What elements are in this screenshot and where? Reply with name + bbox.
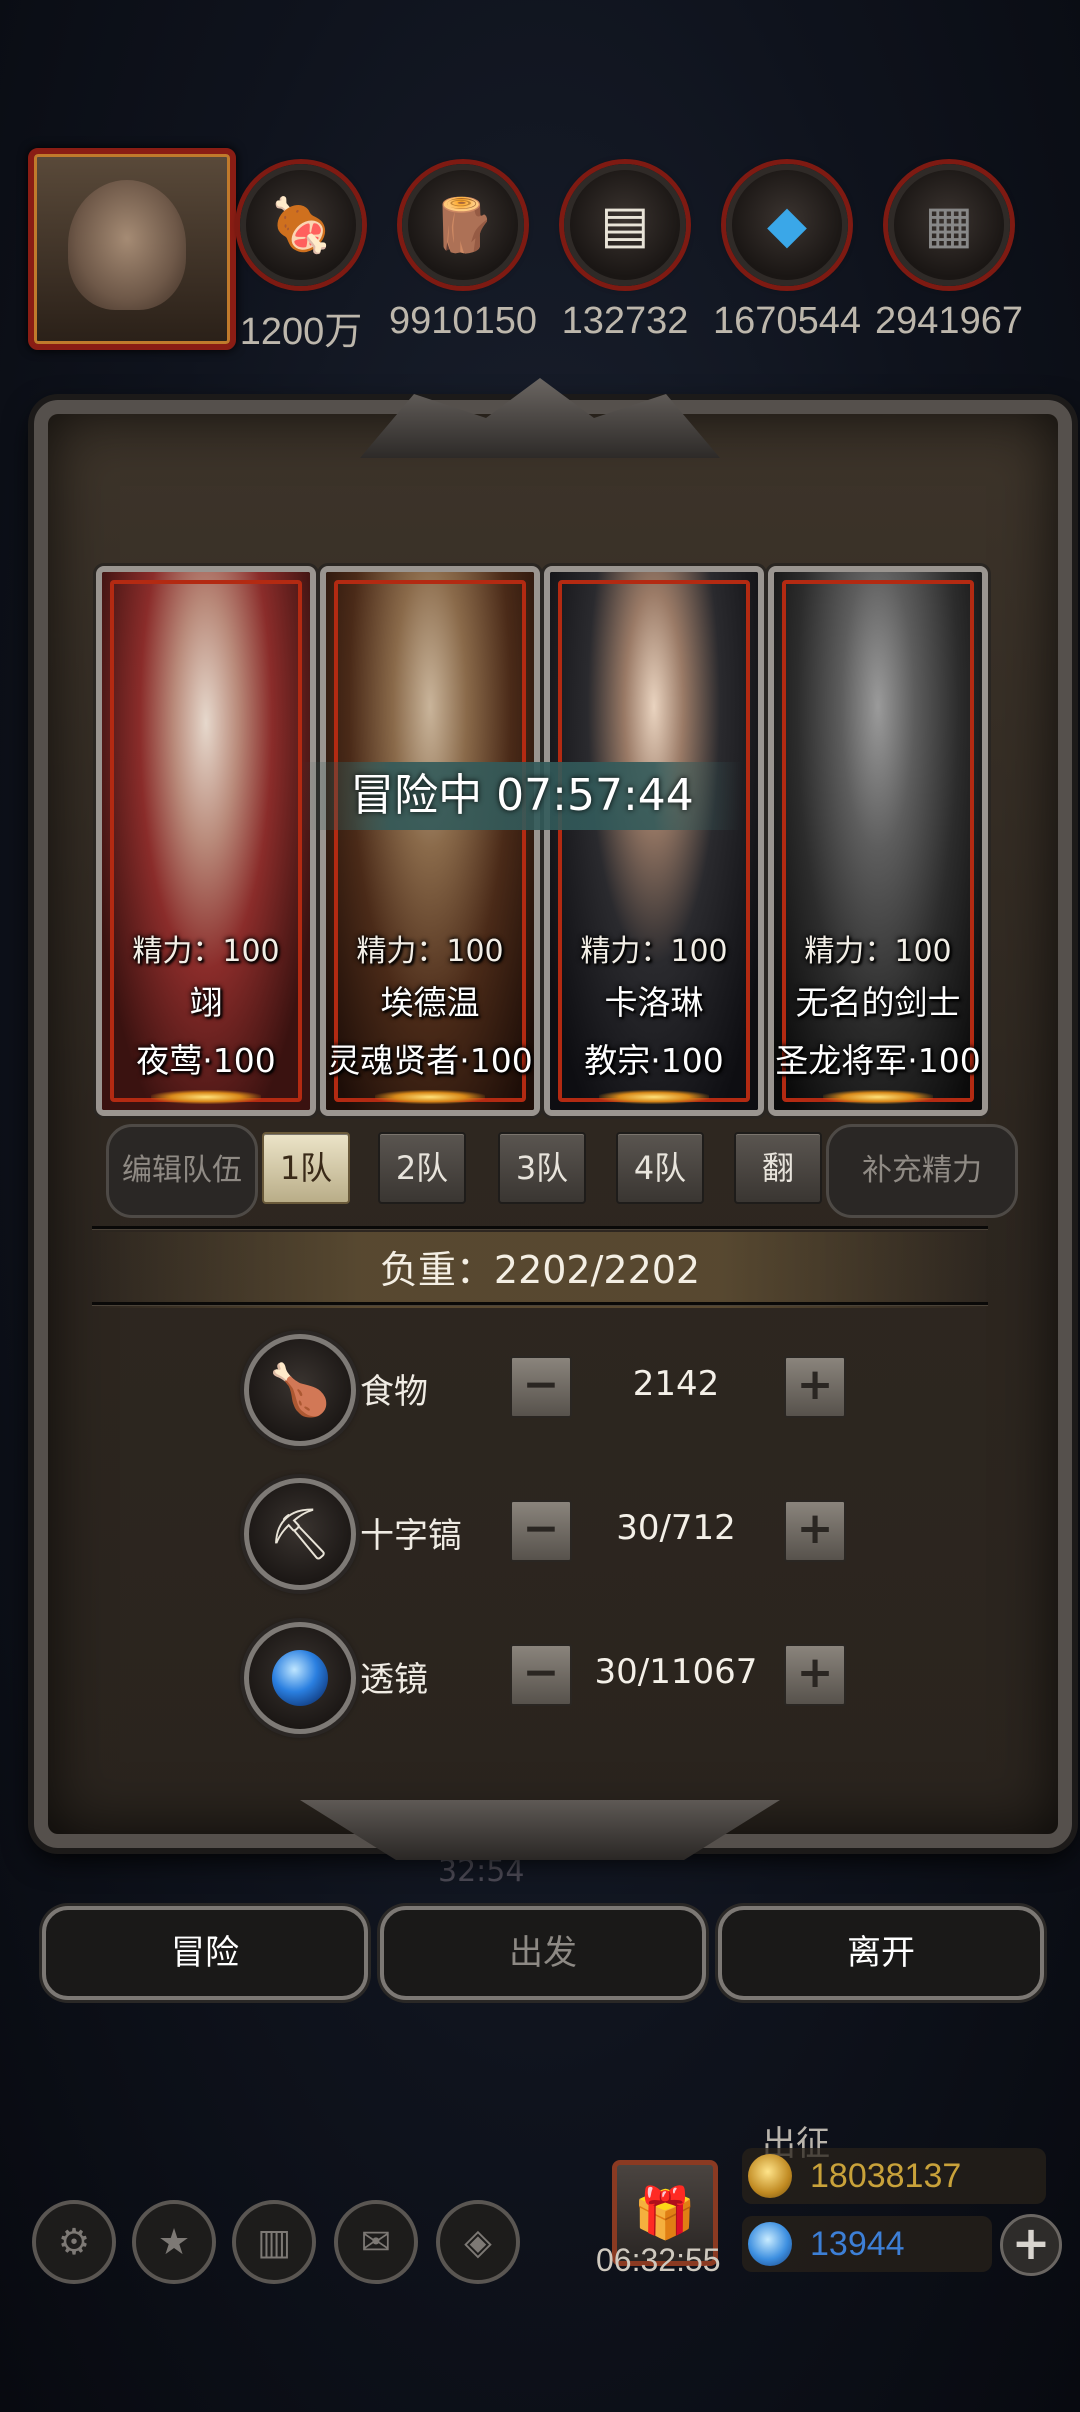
- crystal-icon: ◆: [726, 164, 848, 286]
- lens-minus-button[interactable]: −: [510, 1644, 572, 1706]
- supply-label-lens: 透镜: [360, 1660, 428, 1700]
- supply-label-pickaxe: 十字镐: [360, 1516, 462, 1556]
- gem-icon: [748, 2222, 792, 2266]
- stone-icon: ▦: [888, 164, 1010, 286]
- meat-icon: 🍗: [244, 1334, 356, 1446]
- divider-bottom: [92, 1302, 988, 1305]
- hero-title: 教宗·100: [584, 1041, 724, 1080]
- gold-coin-icon: [748, 2154, 792, 2198]
- pickaxe-icon: ⛏: [244, 1478, 356, 1590]
- panel-bottom-ornament: [300, 1800, 780, 1860]
- edit-team-button[interactable]: 编辑队伍: [106, 1124, 258, 1218]
- pickaxe-quantity: 30/712: [616, 1508, 736, 1548]
- hero-card-2[interactable]: 精力：100 埃德温 灵魂贤者·100: [320, 566, 540, 1116]
- resource-iron[interactable]: ▤ 132732: [550, 164, 700, 342]
- tab-team-3[interactable]: 3队: [498, 1132, 586, 1204]
- card-glow: [599, 1090, 709, 1104]
- hero-card-3[interactable]: 精力：100 卡洛琳 教宗·100: [544, 566, 764, 1116]
- hero-name: 无名的剑士: [795, 983, 961, 1022]
- adventure-status-timer: 冒险中 07:57:44: [302, 762, 742, 830]
- resource-stone-value: 2941967: [875, 300, 1023, 342]
- hero-name: 翊: [189, 983, 223, 1022]
- wood-icon: 🪵: [402, 164, 524, 286]
- star-icon[interactable]: ★: [132, 2200, 216, 2284]
- hero-title: 圣龙将军·100: [775, 1041, 981, 1080]
- pickaxe-minus-button[interactable]: −: [510, 1500, 572, 1562]
- resource-food[interactable]: 🍖 1200万: [226, 164, 376, 353]
- divider-top: [92, 1226, 988, 1229]
- lens-plus-button[interactable]: +: [784, 1644, 846, 1706]
- player-avatar[interactable]: [28, 148, 236, 350]
- tab-team-4[interactable]: 4队: [616, 1132, 704, 1204]
- hero-name: 卡洛琳: [604, 983, 704, 1022]
- leave-button[interactable]: 离开: [718, 1906, 1044, 2000]
- food-plus-button[interactable]: +: [784, 1356, 846, 1418]
- resource-crystal[interactable]: ◆ 1670544: [712, 164, 862, 342]
- gem-amount: 13944: [810, 2225, 905, 2263]
- supply-label-food: 食物: [360, 1372, 428, 1412]
- add-currency-button[interactable]: +: [1000, 2214, 1062, 2276]
- hero-title: 灵魂贤者·100: [327, 1041, 533, 1080]
- hero-card-4[interactable]: 精力：100 无名的剑士 圣龙将军·100: [768, 566, 988, 1116]
- avatar-portrait: [68, 180, 186, 310]
- card-glow: [151, 1090, 261, 1104]
- lens-icon: [244, 1622, 356, 1734]
- hero-title: 夜莺·100: [136, 1041, 276, 1080]
- load-capacity: 负重：2202/2202: [92, 1232, 988, 1308]
- lens-quantity: 30/11067: [594, 1652, 758, 1692]
- hero-energy: 精力：100: [580, 934, 728, 969]
- resource-wood-value: 9910150: [389, 300, 537, 342]
- gold-amount: 18038137: [810, 2157, 962, 2195]
- hero-name: 埃德温: [380, 983, 480, 1022]
- mail-icon[interactable]: ✉: [334, 2200, 418, 2284]
- map-icon[interactable]: ◈: [436, 2200, 520, 2284]
- tab-team-1[interactable]: 1队: [262, 1132, 350, 1204]
- food-minus-button[interactable]: −: [510, 1356, 572, 1418]
- gold-currency[interactable]: 18038137: [742, 2148, 1046, 2204]
- hero-energy: 精力：100: [356, 934, 504, 969]
- resource-wood[interactable]: 🪵 9910150: [388, 164, 538, 342]
- card-glow: [375, 1090, 485, 1104]
- adventure-button[interactable]: 冒险: [42, 1906, 368, 2000]
- iron-icon: ▤: [564, 164, 686, 286]
- depart-button[interactable]: 出发: [380, 1906, 706, 2000]
- gate-icon[interactable]: ▥: [232, 2200, 316, 2284]
- refill-energy-button[interactable]: 补充精力: [826, 1124, 1018, 1218]
- food-quantity: 2142: [632, 1364, 720, 1404]
- hero-card-1[interactable]: 精力：100 翊 夜莺·100: [96, 566, 316, 1116]
- gift-timer: 06:32:55: [596, 2242, 721, 2278]
- tab-team-2[interactable]: 2队: [378, 1132, 466, 1204]
- page-flip-button[interactable]: 翻: [734, 1132, 822, 1204]
- settings-icon[interactable]: ⚙: [32, 2200, 116, 2284]
- hero-energy: 精力：100: [804, 934, 952, 969]
- resource-iron-value: 132732: [561, 300, 689, 342]
- pickaxe-plus-button[interactable]: +: [784, 1500, 846, 1562]
- resource-crystal-value: 1670544: [713, 300, 861, 342]
- panel-crest-ornament: [360, 378, 720, 458]
- resource-stone[interactable]: ▦ 2941967: [874, 164, 1024, 342]
- card-glow: [823, 1090, 933, 1104]
- hero-energy: 精力：100: [132, 934, 280, 969]
- resource-food-value: 1200万: [239, 311, 363, 353]
- meat-icon: 🍖: [240, 164, 362, 286]
- gem-currency[interactable]: 13944: [742, 2216, 992, 2272]
